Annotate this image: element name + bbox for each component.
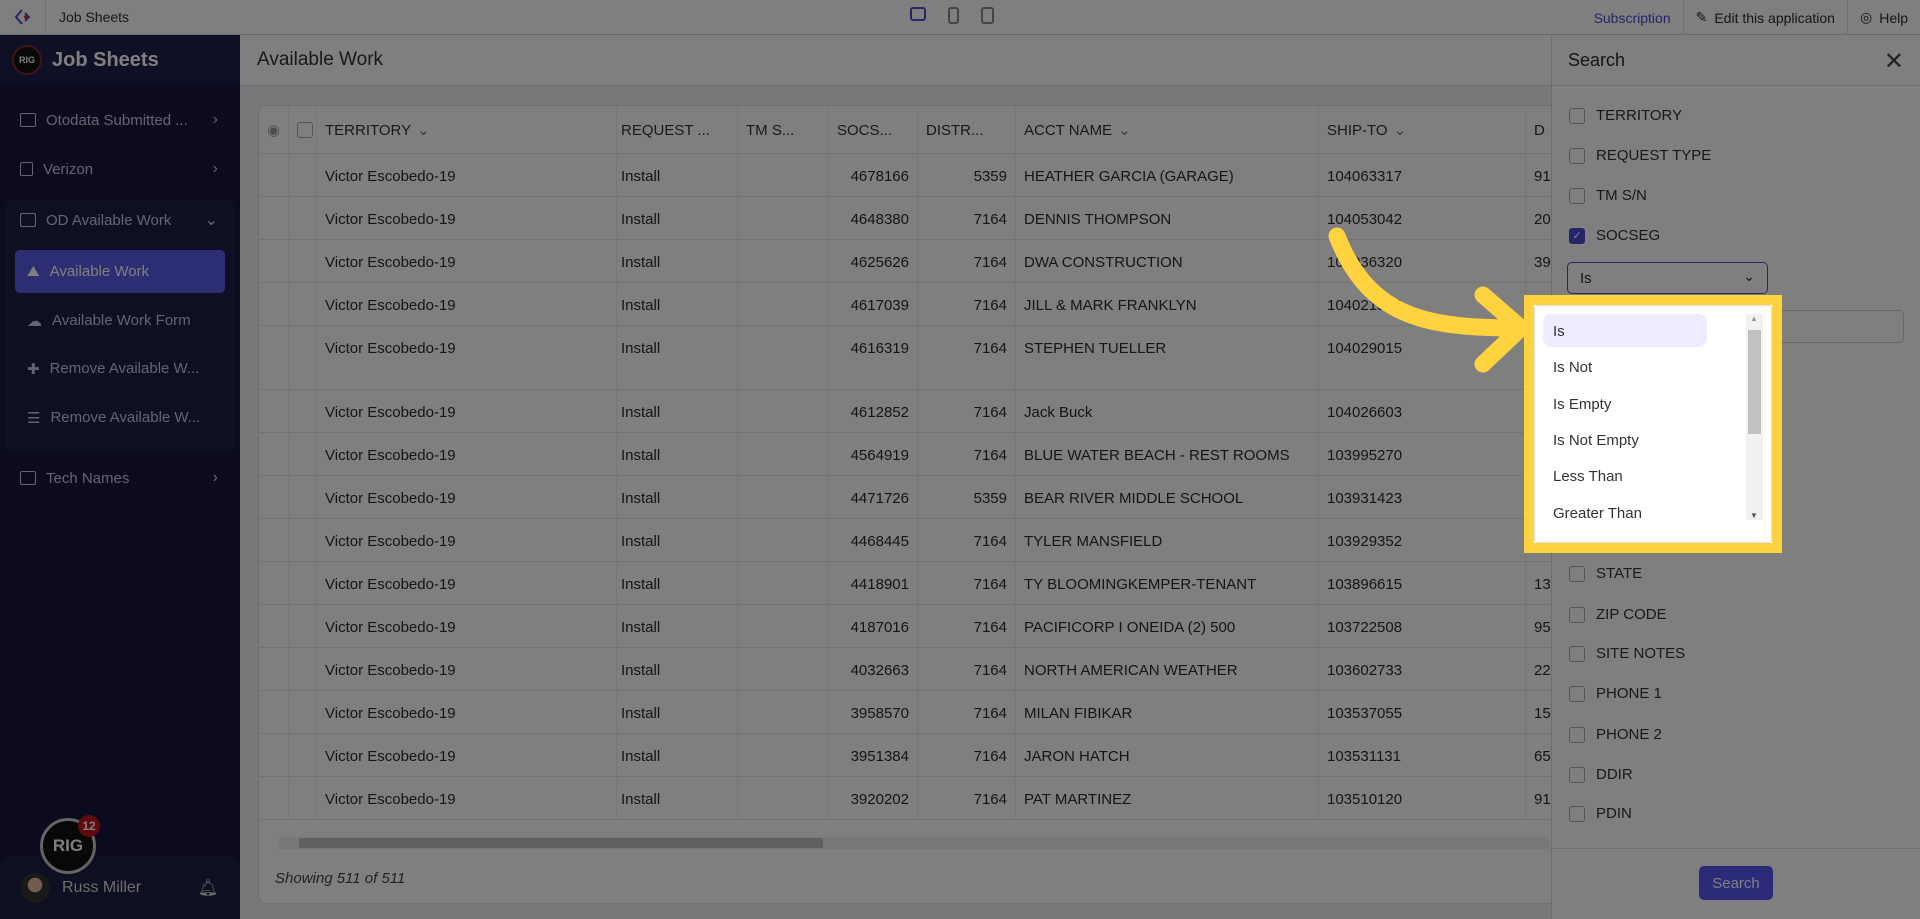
operator-option[interactable]: Less Than [1543,459,1707,492]
scrollbar-thumb[interactable] [1748,330,1761,434]
operator-option[interactable]: Is Not [1543,350,1707,383]
operator-dropdown: ▲ ▼ Is Is Not Is Empty Is Not Empty Less Tha… [1534,305,1772,543]
operator-option[interactable]: Is Empty [1543,387,1707,420]
scroll-up-icon[interactable]: ▲ [1750,314,1758,323]
scroll-down-icon[interactable]: ▼ [1750,511,1758,520]
dropdown-scrollbar[interactable]: ▲ ▼ [1746,314,1763,520]
highlight-box: ▲ ▼ Is Is Not Is Empty Is Not Empty Less Tha… [1524,295,1782,553]
operator-option[interactable]: Is [1543,314,1707,347]
operator-option[interactable]: Greater Than [1543,496,1707,529]
operator-option[interactable]: Is Not Empty [1543,423,1707,456]
